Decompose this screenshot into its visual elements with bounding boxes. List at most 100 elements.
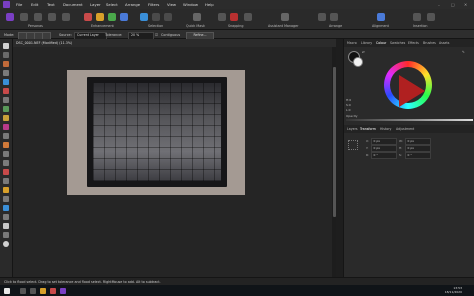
pen-tool-icon[interactable]	[3, 205, 9, 211]
colour-wheel[interactable]	[384, 61, 432, 109]
invert-selection-icon[interactable]	[164, 13, 172, 21]
dodge-tool-icon[interactable]	[3, 151, 9, 157]
red-eye-tool-icon[interactable]	[3, 187, 9, 193]
tab-colour[interactable]: Colour	[376, 41, 386, 45]
auto-levels-icon[interactable]	[84, 13, 92, 21]
menu-document[interactable]: Document	[63, 2, 83, 7]
scrollbar-thumb[interactable]	[332, 67, 336, 217]
menu-file[interactable]: File	[16, 2, 22, 7]
vertical-scrollbar[interactable]	[332, 47, 336, 277]
browser-icon[interactable]	[50, 287, 56, 294]
tab-library[interactable]: Library	[361, 41, 372, 45]
text-tool-icon[interactable]	[3, 232, 9, 238]
menu-arrange[interactable]: Arrange	[125, 2, 140, 7]
select-all-icon[interactable]	[140, 13, 148, 21]
swap-colours-icon[interactable]: ⇄	[362, 50, 365, 54]
colour-triangle[interactable]	[399, 75, 425, 107]
anchor-selector[interactable]	[348, 140, 358, 150]
assistant-manager-icon[interactable]	[281, 13, 289, 21]
tab-macro[interactable]: Macro	[347, 41, 357, 45]
clone-tool-icon[interactable]	[3, 169, 9, 175]
transform-x-input[interactable]: 0 px	[371, 138, 397, 145]
transform-w-input[interactable]: 0 px	[405, 138, 431, 145]
tab-effects[interactable]: Effects	[408, 41, 419, 45]
file-explorer-icon[interactable]	[40, 287, 46, 294]
shape-tool-icon[interactable]	[3, 223, 9, 229]
close-icon[interactable]: ✕	[464, 2, 467, 7]
task-view-icon[interactable]	[30, 287, 36, 294]
colour-wheel-centre	[390, 67, 426, 107]
flood-select-tool-icon[interactable]	[3, 79, 9, 85]
colour-picker-tool-icon[interactable]	[3, 115, 9, 121]
menu-select[interactable]: Select	[106, 2, 118, 7]
document-tab[interactable]: DSC_0001.NEF (Modified) (11.3%)	[13, 39, 336, 47]
tab-transform[interactable]: Transform	[360, 127, 376, 131]
opacity-slider[interactable]	[346, 119, 473, 121]
contiguous-checkbox-icon[interactable]: ☑	[155, 33, 158, 37]
tab-assets[interactable]: Assets	[439, 41, 449, 45]
start-icon[interactable]	[4, 287, 10, 294]
snapping-magnet-icon[interactable]	[230, 13, 238, 21]
maximize-icon[interactable]: □	[451, 2, 455, 7]
transform-y-input[interactable]: 0 px	[371, 145, 397, 152]
affinity-photo-taskbar-icon[interactable]	[60, 287, 66, 294]
quick-mask-icon[interactable]	[193, 13, 201, 21]
healing-tool-icon[interactable]	[3, 178, 9, 184]
menu-window[interactable]: Window	[183, 2, 198, 7]
menu-help[interactable]: Help	[205, 2, 214, 7]
menu-edit[interactable]: Edit	[31, 2, 38, 7]
minimize-icon[interactable]: –	[438, 2, 440, 7]
arrange-back-icon[interactable]	[318, 13, 326, 21]
menu-text[interactable]: Text	[47, 2, 55, 7]
marquee-tool-icon[interactable]	[3, 97, 9, 103]
blur-tool-icon[interactable]	[3, 196, 9, 202]
tab-history[interactable]: History	[380, 127, 391, 131]
crop-tool-icon[interactable]	[3, 70, 9, 76]
tab-swatches[interactable]: Swatches	[390, 41, 405, 45]
transform-r-input[interactable]: 0 °	[371, 152, 397, 159]
gradient-tool-icon[interactable]	[3, 133, 9, 139]
tab-adjustment[interactable]: Adjustment	[396, 127, 414, 131]
transform-w-label: W:	[399, 139, 403, 143]
tab-layers[interactable]: Layers	[347, 127, 358, 131]
liquify-persona-icon[interactable]	[20, 13, 28, 21]
opacity-label: Opacity	[346, 114, 358, 118]
selection-brush-tool-icon[interactable]	[3, 88, 9, 94]
lightness-value: L:0	[346, 108, 351, 112]
menu-view[interactable]: View	[167, 2, 176, 7]
snapping-options-icon[interactable]	[244, 13, 252, 21]
document-image[interactable]	[67, 70, 245, 195]
foreground-colour-icon[interactable]	[3, 241, 9, 247]
insertion-inside-icon[interactable]	[427, 13, 435, 21]
move-tool-icon[interactable]	[3, 43, 9, 49]
node-tool-icon[interactable]	[3, 214, 9, 220]
transform-s-input[interactable]: 0 °	[405, 152, 431, 159]
erase-tool-icon[interactable]	[3, 142, 9, 148]
auto-colours-icon[interactable]	[108, 13, 116, 21]
deselect-icon[interactable]	[152, 13, 160, 21]
transform-h-input[interactable]: 0 px	[405, 145, 431, 152]
insertion-icon[interactable]	[413, 13, 421, 21]
eyedropper-icon[interactable]: ✎	[462, 50, 465, 54]
clock[interactable]: 13:53 18/11/2020	[445, 286, 462, 294]
tone-mapping-persona-icon[interactable]	[48, 13, 56, 21]
secondary-colour-swatch[interactable]	[353, 57, 363, 67]
auto-contrast-icon[interactable]	[96, 13, 104, 21]
main-toolbar: Personas Enhancement Selection Quick Mas…	[0, 9, 474, 30]
snapping-toggle-icon[interactable]	[218, 13, 226, 21]
develop-persona-icon[interactable]	[34, 13, 42, 21]
menu-layer[interactable]: Layer	[90, 2, 101, 7]
view-tool-icon[interactable]	[3, 52, 9, 58]
freehand-selection-tool-icon[interactable]	[3, 106, 9, 112]
paint-brush-tool-icon[interactable]	[3, 61, 9, 67]
export-persona-icon[interactable]	[62, 13, 70, 21]
auto-white-balance-icon[interactable]	[120, 13, 128, 21]
photo-persona-icon[interactable]	[6, 13, 14, 21]
search-icon[interactable]	[20, 287, 26, 294]
alignment-icon[interactable]	[377, 13, 385, 21]
menu-filters[interactable]: Filters	[148, 2, 159, 7]
fill-tool-icon[interactable]	[3, 124, 9, 130]
arrange-forward-icon[interactable]	[330, 13, 338, 21]
tab-brushes[interactable]: Brushes	[423, 41, 436, 45]
burn-tool-icon[interactable]	[3, 160, 9, 166]
